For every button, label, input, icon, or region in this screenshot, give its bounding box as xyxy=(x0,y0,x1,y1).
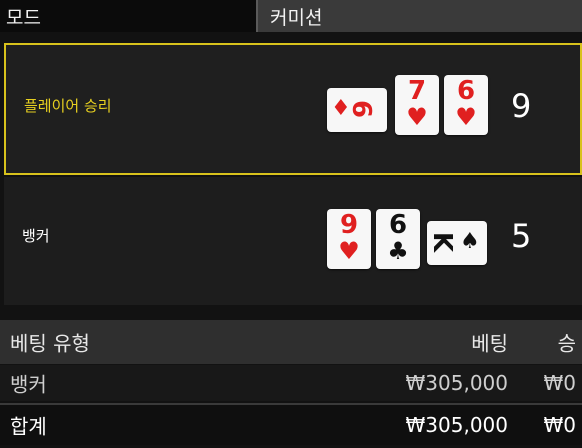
total-win-amount: ₩0 xyxy=(543,413,577,437)
player-card-3: ♦ 9 xyxy=(327,88,387,132)
header-bet: 베팅 xyxy=(471,331,508,356)
total-label: 합계 xyxy=(10,414,47,439)
row-bet-type: 뱅커 xyxy=(10,372,47,397)
card-rank: 7 xyxy=(407,76,427,106)
banker-card-2: 6 ♣ xyxy=(376,209,420,269)
banker-score: 5 xyxy=(511,217,532,255)
header-win: 승 xyxy=(557,331,576,356)
banker-result-label: 뱅커 xyxy=(22,227,50,245)
card-rank: 9 xyxy=(339,210,359,240)
heart-icon: ♥ xyxy=(338,237,360,265)
card-rank: 9 xyxy=(349,99,380,119)
player-result-label: 플레이어 승리 xyxy=(24,97,112,115)
heart-icon: ♥ xyxy=(455,103,477,131)
bet-table-header: 베팅 유형 베팅 승 xyxy=(0,320,582,364)
heart-icon: ♥ xyxy=(406,103,428,131)
table-row: 뱅커 ₩305,000 ₩0 xyxy=(0,365,582,401)
card-rank: 6 xyxy=(456,76,476,106)
row-bet-amount: ₩305,000 xyxy=(405,371,508,395)
player-score: 9 xyxy=(511,87,532,125)
player-card-2: 6 ♥ xyxy=(444,75,488,135)
player-card-1: 7 ♥ xyxy=(395,75,439,135)
tab-commission[interactable]: 커미션 xyxy=(256,0,582,32)
player-result-panel: 플레이어 승리 ♦ 9 7 ♥ 6 ♥ 9 xyxy=(4,43,582,175)
banker-card-1: 9 ♥ xyxy=(327,209,371,269)
banker-card-3: K ♠ xyxy=(427,221,487,265)
spade-icon: ♠ xyxy=(460,229,480,254)
top-tabs: 모드 커미션 xyxy=(0,0,582,32)
tab-mode[interactable]: 모드 xyxy=(0,0,256,32)
diamond-icon: ♦ xyxy=(331,96,351,121)
card-rank: K xyxy=(427,231,458,253)
total-bet-amount: ₩305,000 xyxy=(405,413,508,437)
banker-result-panel: 뱅커 9 ♥ 6 ♣ K ♠ 5 xyxy=(4,177,582,305)
row-win-amount: ₩0 xyxy=(543,371,577,395)
header-bet-type: 베팅 유형 xyxy=(10,331,90,356)
club-icon: ♣ xyxy=(387,237,409,265)
card-rank: 6 xyxy=(388,210,408,240)
total-row: 합계 ₩305,000 ₩0 xyxy=(0,403,582,445)
